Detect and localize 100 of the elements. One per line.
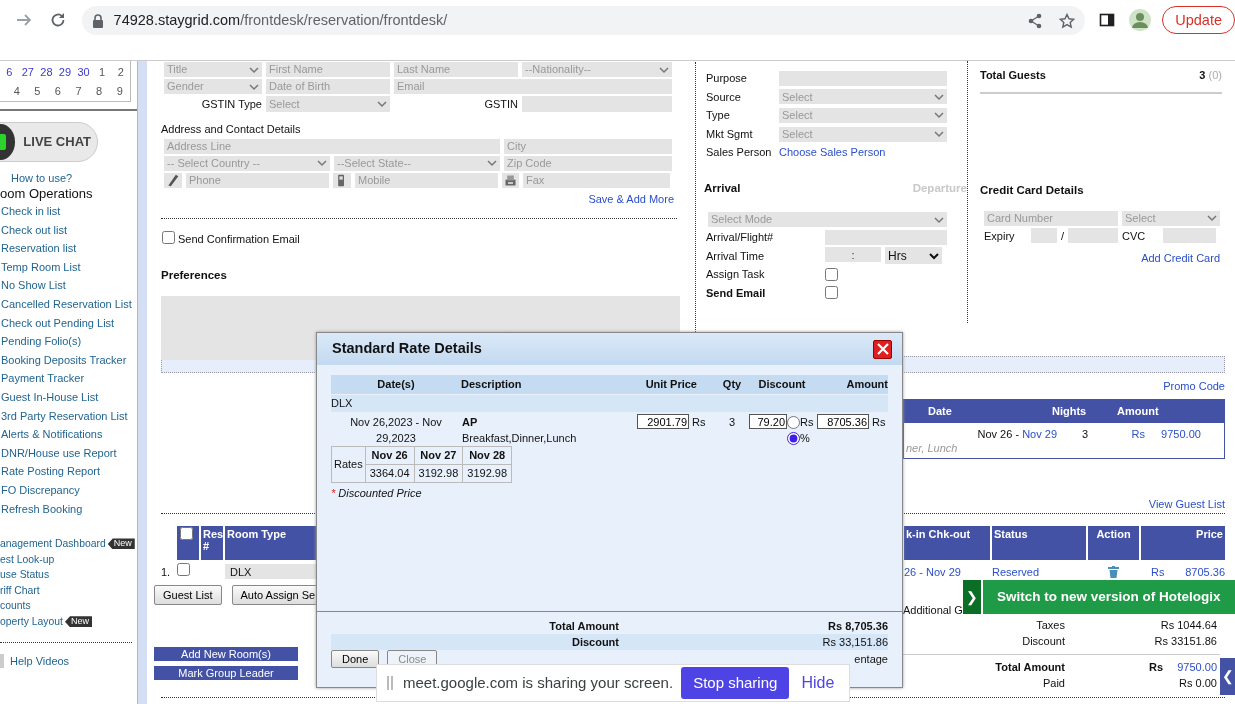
calendar-day[interactable]: 5 [27,83,48,100]
calendar-day[interactable]: 6 [47,83,69,100]
sidebar-link[interactable]: FO Discrepancy [0,480,137,500]
discount-field[interactable]: 79.20 [749,414,787,429]
checkbox[interactable] [162,230,175,244]
checkbox-label: Send Confirmation Email [178,232,300,247]
calendar-day[interactable]: 7 [68,83,89,100]
sidebar-link[interactable]: 3rd Party Reservation List [0,406,137,426]
group-button[interactable]: Mark Group Leader [154,666,298,680]
sidebar-link[interactable]: Pending Folio(s) [0,332,137,351]
update-button[interactable]: Update [1162,6,1235,34]
close-button[interactable] [873,339,892,359]
calendar-day[interactable]: 2 [111,64,130,81]
calendar-day[interactable]: 28 [37,64,56,81]
save-add-more-link[interactable]: Save & Add More [588,192,674,205]
input-field[interactable]: Address Line [164,138,500,154]
checkbox[interactable] [825,286,838,300]
sidebar-link[interactable]: anagement Dashboard [0,536,106,552]
input-field[interactable]: Last Name [394,62,518,77]
sidebar-link[interactable]: Temp Room List [0,257,137,277]
input-field[interactable] [825,229,947,245]
input-field[interactable] [1068,228,1118,244]
avatar-icon[interactable] [1129,9,1152,31]
view-guest-list-link[interactable]: View Guest List [1148,497,1225,510]
sales-person-link[interactable]: Choose Sales Person [779,144,947,161]
action-button[interactable]: Guest List [154,585,222,605]
input-field[interactable]: First Name [266,62,390,77]
help-videos-link[interactable]: Help Videos [10,652,70,670]
input-field[interactable]: Phone [186,172,329,188]
sidebar-link[interactable]: Alerts & Notifications [0,425,137,444]
trash-icon[interactable] [1108,565,1119,578]
price-field[interactable]: 2901.79 [637,414,689,429]
table-cell-text: Nov 26 - Nov 29 [976,427,1057,441]
sidebar-link[interactable]: No Show List [0,276,137,295]
address-bar[interactable]: 74928.staygrid.com/frontdesk/reservation/frontdesk/ [81,6,1085,35]
checkbox[interactable] [177,563,190,576]
field-label: Send Email [706,285,767,301]
close-icon [876,343,889,355]
radio-option[interactable]: Rs [787,414,814,430]
sidebar-link[interactable]: Check out list [0,220,137,240]
calendar-day[interactable]: 6 [0,64,19,81]
add-credit-card-link[interactable]: Add Credit Card [1141,251,1220,264]
stop-sharing-button[interactable]: Stop sharing [681,667,790,699]
input-field[interactable] [522,96,672,113]
star-icon[interactable] [1058,12,1075,29]
hours-select[interactable]: Hrs [885,247,942,265]
calendar-day[interactable]: 8 [88,83,110,100]
sidebar-link[interactable]: use Status [0,567,50,583]
amount-field[interactable]: 8705.36 [817,414,869,429]
live-chat-button[interactable]: LIVE CHAT [0,122,98,162]
sidebar-link[interactable]: Booking Deposits Tracker [0,350,137,370]
hide-button[interactable]: Hide [795,670,841,696]
checkbox[interactable] [180,527,193,540]
column-header: Price [1141,526,1225,560]
input-field[interactable] [1163,228,1216,244]
field-label: Total Guests [980,68,1046,83]
sidebar-link[interactable]: Rate Posting Report [0,462,137,481]
input-field[interactable]: Email [394,79,672,94]
calendar-day[interactable]: 30 [74,64,93,81]
input-field[interactable]: Mobile [355,172,498,188]
sidebar-link[interactable]: Refresh Booking [0,499,137,519]
sidebar-link[interactable]: counts [0,598,31,615]
side-tab[interactable]: ❮ [1220,658,1235,695]
calendar-day[interactable]: 1 [92,64,112,81]
calendar-day[interactable]: 27 [18,64,38,81]
tab[interactable]: Arrival [704,179,741,198]
input-field[interactable]: Fax [523,172,670,188]
input-field[interactable]: Zip Code [504,155,672,171]
group-button[interactable]: Add New Room(s) [154,647,298,661]
help-link[interactable]: How to use? [11,171,137,185]
sidebar-link[interactable]: riff Chart [0,582,40,599]
promo-code-link[interactable]: Promo Code [1163,380,1225,392]
sidebar-link[interactable]: Cancelled Reservation List [0,294,137,314]
side-panel-icon[interactable] [1098,12,1115,28]
sidebar-link[interactable]: Guest In-House List [0,387,137,407]
dialog-button[interactable]: Done [331,650,380,668]
calendar-day[interactable]: 4 [6,83,28,100]
expand-button[interactable]: ❯ [963,580,981,614]
input-field[interactable] [1031,228,1057,244]
share-icon[interactable] [1026,12,1043,29]
time-field[interactable]: : [825,247,881,263]
sidebar-link[interactable]: Payment Tracker [0,369,137,388]
new-badge: New [107,538,135,550]
checkbox[interactable] [825,267,838,281]
field-label: Type [706,108,731,124]
calendar-day[interactable]: 9 [109,83,130,100]
status-link[interactable]: Reserved [992,563,1086,580]
radio-option[interactable]: % [787,430,814,446]
sidebar-link[interactable]: Check out Pending List [0,313,137,333]
sidebar-link[interactable]: est Look-up [0,551,55,568]
sidebar-link[interactable]: Reservation list [0,239,137,258]
calendar-day[interactable]: 29 [55,64,75,81]
input-field[interactable]: Card Number [984,210,1118,226]
sidebar-link[interactable]: DNR/House use Report [0,443,137,463]
switch-version-banner[interactable]: Switch to new version of Hotelogix [983,580,1235,614]
input-field[interactable] [779,70,947,86]
input-field[interactable]: City [504,138,672,154]
sidebar-link[interactable]: operty Layout [0,614,63,630]
sidebar-link[interactable]: Check in list [0,202,137,221]
input-field[interactable]: Date of Birth [266,79,390,94]
